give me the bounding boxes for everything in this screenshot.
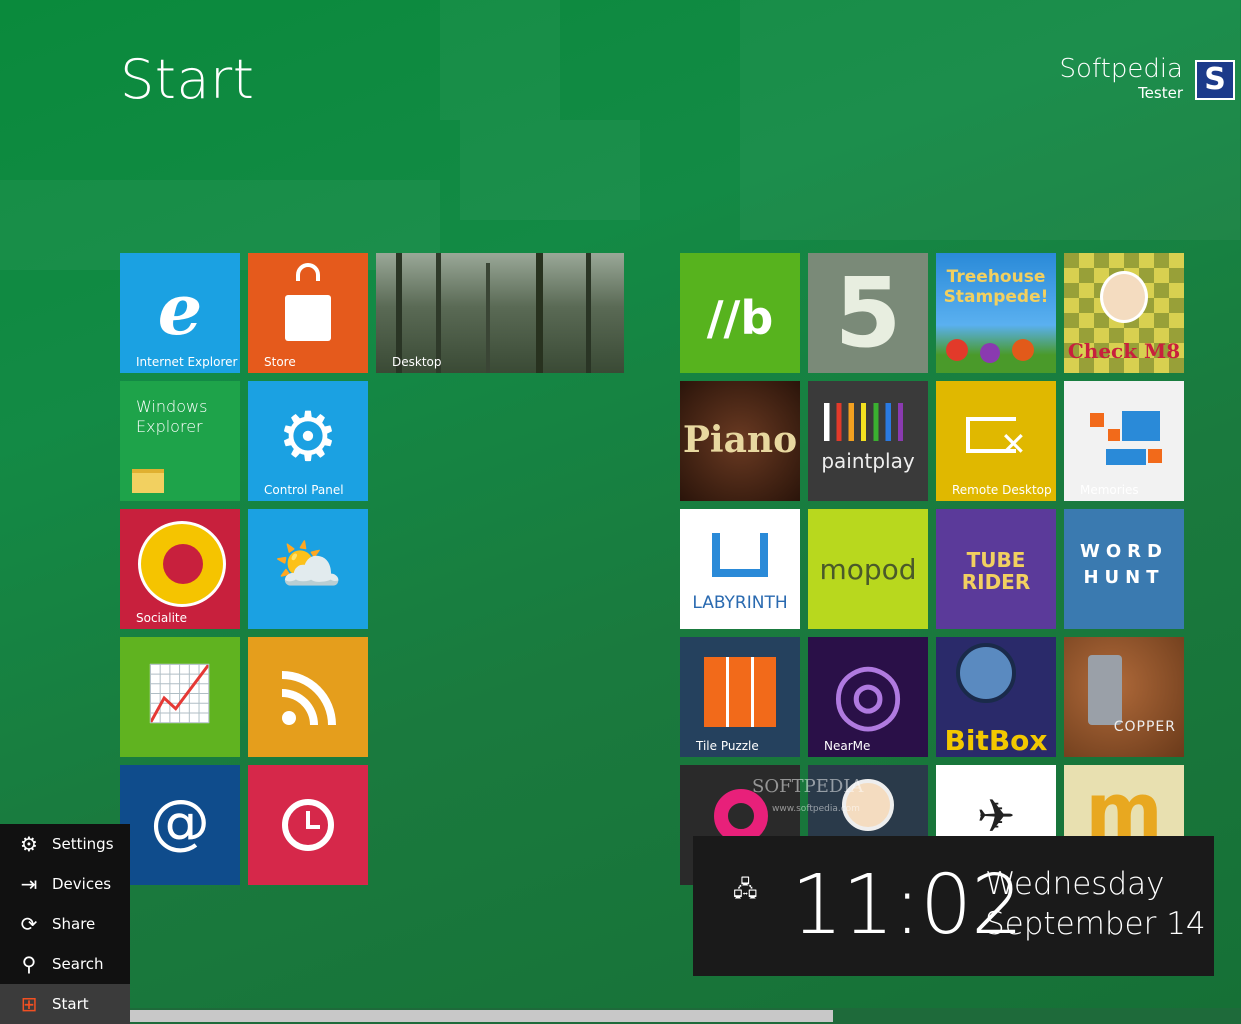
tile-remote-desktop[interactable]: ✕ Remote Desktop [936, 381, 1056, 501]
tile-bing[interactable]: //b [680, 253, 800, 373]
tile-memories[interactable]: Memories [1064, 381, 1184, 501]
p-logo [714, 789, 768, 843]
tile-tile-puzzle[interactable]: Tile Puzzle [680, 637, 800, 757]
tile-label: Internet Explorer [136, 355, 238, 369]
clock-panel: 🖧 11:02 Wednesday September 14 [693, 836, 1214, 976]
tile-label: Store [264, 355, 296, 369]
user-name: Softpedia [1059, 54, 1183, 84]
copper-robot-icon [1088, 655, 1122, 725]
tube-rider-logo: TUBE RIDER [961, 548, 1031, 594]
avatar[interactable]: S [1195, 60, 1235, 100]
horizontal-scrollbar[interactable] [130, 1008, 1241, 1024]
tile-rss[interactable] [248, 637, 368, 757]
tile-label: Memories [1080, 483, 1139, 497]
tile-piano[interactable]: Piano [680, 381, 800, 501]
page-title: Start [120, 48, 255, 111]
user-account[interactable]: Softpedia Tester [1060, 54, 1183, 102]
charm-share[interactable]: ⟳ Share [0, 904, 130, 944]
tile-label: Control Panel [264, 483, 344, 497]
tile-mopod[interactable]: mopod [808, 509, 928, 629]
charm-devices[interactable]: ⇥ Devices [0, 864, 130, 904]
tile-windows-explorer[interactable]: Windows Explorer [120, 381, 240, 501]
tile-tube-rider[interactable]: TUBE RIDER [936, 509, 1056, 629]
tile-label: Desktop [392, 355, 442, 369]
tile-store[interactable]: Store [248, 253, 368, 373]
charm-label: Devices [52, 875, 112, 893]
copper-logo: COPPER [1113, 719, 1176, 735]
weather-icon: ⛅ [273, 533, 343, 598]
tile-label: Tile Puzzle [696, 739, 759, 753]
speech-bubble-icon [138, 521, 226, 607]
charm-label: Settings [52, 835, 114, 853]
charm-label: Search [52, 955, 104, 973]
nearme-icon: ◎ [831, 643, 905, 741]
tile-mail[interactable]: @ [120, 765, 240, 885]
tile-five[interactable]: 5 [808, 253, 928, 373]
tile-label: Remote Desktop [952, 483, 1052, 497]
charms-bar: ⚙ Settings ⇥ Devices ⟳ Share ⚲ Search ⊞ … [0, 824, 130, 1024]
folder-icon [132, 469, 164, 493]
tile-socialite[interactable]: Socialite [120, 509, 240, 629]
clock-date: September 14 [985, 906, 1206, 942]
tile-label: Windows Explorer [136, 397, 208, 436]
charm-start[interactable]: ⊞ Start [0, 984, 130, 1024]
tile-label: NearMe [824, 739, 871, 753]
piano-logo: Piano [682, 419, 798, 461]
gear-icon: ⚙ [277, 398, 339, 477]
tile-label: LABYRINTH [692, 593, 788, 613]
charm-label: Share [52, 915, 96, 933]
bg-shape [740, 0, 1240, 240]
paint-bars [824, 403, 912, 441]
scrollbar-thumb[interactable] [130, 1010, 833, 1022]
tile-paintplay[interactable]: paintplay [808, 381, 928, 501]
tile-bitbox[interactable]: BitBox [936, 637, 1056, 757]
tile-checkm8[interactable]: Check M8 [1064, 253, 1184, 373]
paintplay-logo: paintplay [821, 449, 915, 473]
tile-labyrinth[interactable]: LABYRINTH [680, 509, 800, 629]
mopod-logo: mopod [819, 553, 917, 586]
user-role: Tester [1138, 84, 1183, 102]
tile-internet-explorer[interactable]: e Internet Explorer [120, 253, 240, 373]
bing-logo: //b [706, 291, 774, 345]
word-hunt-logo: WORD HUNT [1080, 541, 1168, 588]
watermark: SOFTPEDIA [752, 776, 864, 797]
tile-desktop[interactable]: Desktop [376, 253, 624, 373]
devices-icon: ⇥ [20, 872, 38, 896]
tile-puzzle-icon [704, 657, 776, 727]
tile-copper[interactable]: COPPER [1064, 637, 1184, 757]
watermark-url: www.softpedia.com [772, 804, 860, 814]
ie-icon: e [157, 268, 203, 351]
alarm-clock-icon [282, 799, 334, 851]
treehouse-logo: Treehouse Stampede! [943, 267, 1049, 307]
search-icon: ⚲ [21, 952, 37, 976]
charm-settings[interactable]: ⚙ Settings [0, 824, 130, 864]
five-logo: 5 [834, 257, 902, 369]
charm-label: Start [52, 995, 89, 1013]
bitbox-logo: BitBox [944, 724, 1048, 757]
tile-word-hunt[interactable]: WORD HUNT [1064, 509, 1184, 629]
rss-icon [282, 671, 336, 725]
bg-shape [440, 0, 560, 120]
tile-treehouse[interactable]: Treehouse Stampede! [936, 253, 1056, 373]
share-icon: ⟳ [20, 912, 38, 936]
bg-shape [460, 120, 640, 220]
tile-control-panel[interactable]: ⚙ Control Panel [248, 381, 368, 501]
windows-logo-icon: ⊞ [20, 992, 38, 1016]
checkm8-logo: Check M8 [1067, 339, 1181, 363]
store-bag-icon [248, 263, 368, 341]
clock-day: Wednesday [985, 866, 1165, 902]
charm-search[interactable]: ⚲ Search [0, 944, 130, 984]
gear-icon: ⚙ [20, 832, 38, 856]
tile-alarms[interactable] [248, 765, 368, 885]
at-icon: @ [150, 787, 210, 857]
tile-stocks[interactable]: 📈 [120, 637, 240, 757]
tile-nearme[interactable]: ◎ NearMe [808, 637, 928, 757]
tile-label: Socialite [136, 611, 187, 625]
network-icon: 🖧 [733, 877, 758, 902]
tile-weather[interactable]: ⛅ [248, 509, 368, 629]
stocks-chart-icon: 📈 [146, 662, 214, 725]
labyrinth-icon [712, 533, 768, 577]
